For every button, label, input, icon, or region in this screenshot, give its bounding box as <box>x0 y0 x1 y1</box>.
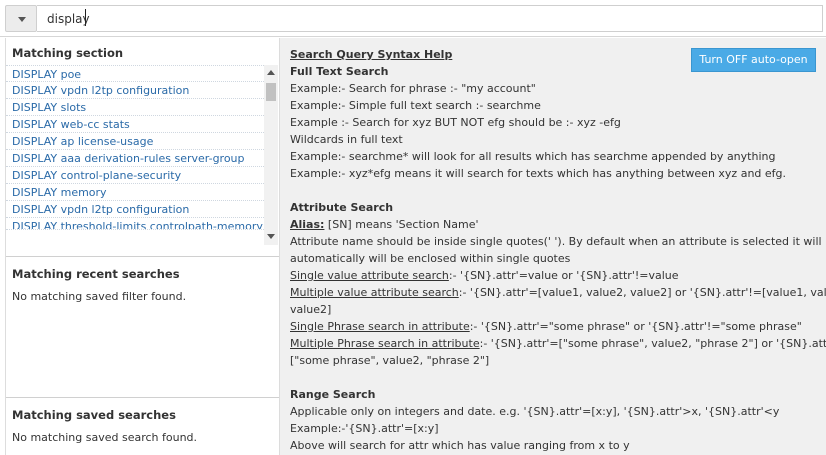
scroll-thumb[interactable] <box>266 83 276 101</box>
single-value-text: :- '{SN}.attr'=value or '{SN}.attr'!=val… <box>448 269 679 282</box>
recent-searches-empty: No matching saved filter found. <box>12 290 187 303</box>
text-caret <box>85 9 86 26</box>
scroll-down-icon[interactable] <box>267 234 275 239</box>
range-heading: Range Search <box>290 388 376 401</box>
section-link[interactable]: DISPLAY threshold-limits controlpath-mem… <box>6 218 264 230</box>
search-bar <box>0 0 826 37</box>
alias-text: [SN] means 'Section Name' <box>324 218 479 231</box>
single-phrase-text: :- '{SN}.attr'="some phrase" or '{SN}.at… <box>469 320 802 333</box>
section-list-scrollbar[interactable] <box>264 65 278 245</box>
help-line: Attribute name should be inside single q… <box>290 235 822 248</box>
results-pane: Matching section DISPLAY poe DISPLAY vpd… <box>5 38 279 455</box>
section-link[interactable]: DISPLAY ap license-usage <box>6 133 264 150</box>
triangle-down-icon <box>18 17 26 22</box>
alias-line: Alias: [SN] means 'Section Name' <box>290 216 820 233</box>
scroll-up-icon[interactable] <box>267 70 275 75</box>
multi-phrase-line: Multiple Phrase search in attribute:- '{… <box>290 335 826 352</box>
full-text-heading: Full Text Search <box>290 65 389 78</box>
help-line: automatically will be enclosed within si… <box>290 252 571 265</box>
multi-value-label: Multiple value attribute search <box>290 286 459 299</box>
multi-value-line: Multiple value attribute search:- '{SN}.… <box>290 284 826 301</box>
search-input[interactable] <box>37 5 823 32</box>
help-line: ["some phrase", value2, "phrase 2"] <box>290 354 490 367</box>
help-line: Example:- searchme* will look for all re… <box>290 150 776 163</box>
help-line: Example:- xyz*efg means it will search f… <box>290 167 787 180</box>
help-title: Search Query Syntax Help <box>290 48 453 61</box>
section-list: DISPLAY poe DISPLAY vpdn l2tp configurat… <box>6 65 264 245</box>
multi-phrase-text: :- '{SN}.attr'=["some phrase", value2, "… <box>479 337 826 350</box>
help-line: value2] <box>290 303 332 316</box>
single-phrase-line: Single Phrase search in attribute:- '{SN… <box>290 318 820 335</box>
single-value-line: Single value attribute search:- '{SN}.at… <box>290 267 820 284</box>
section-link[interactable]: DISPLAY memory <box>6 184 264 201</box>
alias-label: Alias: <box>290 218 325 231</box>
section-link[interactable]: DISPLAY web-cc stats <box>6 116 264 133</box>
multi-phrase-label: Multiple Phrase search in attribute <box>290 337 480 350</box>
help-line: Applicable only on integers and date. e.… <box>290 405 780 418</box>
syntax-help: Search Query Syntax Help Full Text Searc… <box>290 46 826 454</box>
help-line: Example:-'{SN}.attr'=[x:y] <box>290 422 439 435</box>
section-link[interactable]: DISPLAY poe <box>6 65 264 82</box>
section-link[interactable]: DISPLAY aaa derivation-rules server-grou… <box>6 150 264 167</box>
help-line: Example:- Search for phrase :- "my accou… <box>290 82 536 95</box>
help-line: Example:- Simple full text search :- sea… <box>290 99 541 112</box>
single-value-label: Single value attribute search <box>290 269 449 282</box>
attribute-heading: Attribute Search <box>290 201 394 214</box>
help-pane: Turn OFF auto-open Search Query Syntax H… <box>279 38 826 455</box>
divider <box>6 397 279 398</box>
help-line: Above will search for attr which has val… <box>290 439 630 452</box>
divider <box>6 256 279 257</box>
single-phrase-label: Single Phrase search in attribute <box>290 320 470 333</box>
matching-section-title: Matching section <box>12 46 124 60</box>
dropdown-toggle-button[interactable] <box>5 5 37 32</box>
saved-searches-title: Matching saved searches <box>12 408 176 422</box>
multi-value-text: :- '{SN}.attr'=[value1, value2, value2] … <box>458 286 826 299</box>
recent-searches-title: Matching recent searches <box>12 267 180 281</box>
section-link[interactable]: DISPLAY control-plane-security <box>6 167 264 184</box>
section-link[interactable]: DISPLAY vpdn l2tp configuration <box>6 82 264 99</box>
help-line: Example :- Search for xyz BUT NOT efg sh… <box>290 116 621 129</box>
section-link[interactable]: DISPLAY slots <box>6 99 264 116</box>
section-link[interactable]: DISPLAY vpdn l2tp configuration <box>6 201 264 218</box>
help-line: Wildcards in full text <box>290 133 403 146</box>
saved-searches-empty: No matching saved search found. <box>12 431 198 444</box>
